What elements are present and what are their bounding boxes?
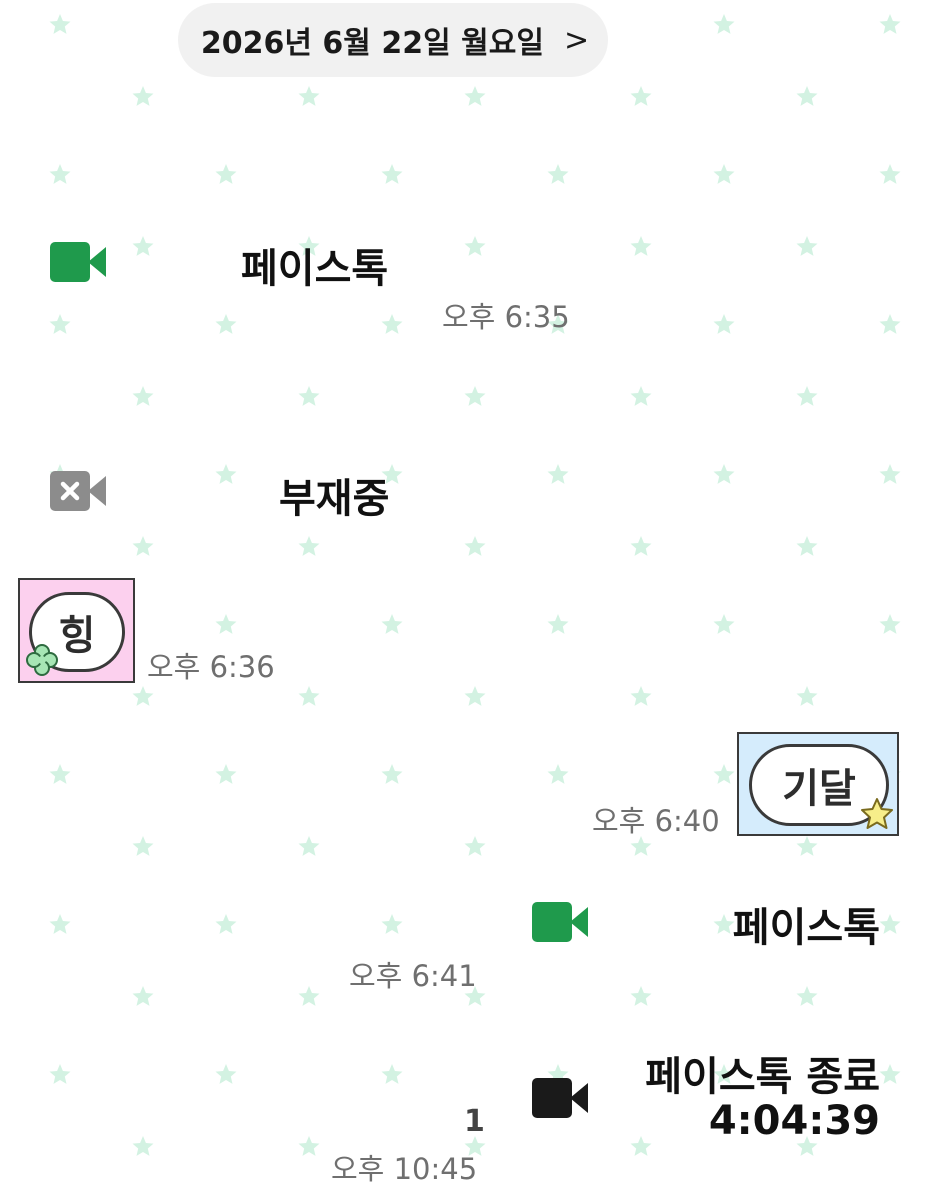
- background-star-6: [132, 86, 154, 106]
- video-camera-icon: [532, 1078, 588, 1118]
- background-star-73: [298, 986, 320, 1006]
- background-star-41: [464, 536, 486, 556]
- background-star-11: [49, 164, 71, 184]
- background-star-66: [49, 914, 71, 934]
- background-star-42: [630, 536, 652, 556]
- message-time: 오후 6:40: [592, 804, 720, 838]
- call-label: 페이스톡 종료: [645, 1054, 880, 1100]
- background-star-56: [215, 764, 237, 784]
- background-star-10: [796, 86, 818, 106]
- background-star-12: [215, 164, 237, 184]
- background-star-78: [215, 1064, 237, 1084]
- background-star-26: [713, 314, 735, 334]
- message-time: 오후 6:35: [442, 300, 570, 334]
- chevron-right-icon: >: [563, 22, 590, 58]
- message-sticker[interactable]: 힝 오후 6:36: [18, 578, 318, 684]
- background-star-65: [796, 836, 818, 856]
- background-star-55: [49, 764, 71, 784]
- video-camera-icon: [532, 902, 588, 942]
- message-missed-call[interactable]: 부재중: [0, 460, 600, 522]
- background-star-28: [132, 386, 154, 406]
- sticker-text: 기달: [782, 766, 856, 812]
- message-facetalk-call[interactable]: 페이스톡 오후 6:35: [0, 230, 600, 334]
- background-star-27: [879, 314, 901, 334]
- call-label: 페이스톡: [241, 246, 389, 292]
- background-star-0: [49, 14, 71, 34]
- background-star-77: [49, 1064, 71, 1084]
- background-star-40: [298, 536, 320, 556]
- video-camera-icon: [50, 242, 106, 282]
- background-star-62: [298, 836, 320, 856]
- message-facetalk-ended[interactable]: 페이스톡 종료 4:04:39 1 오후 10:45: [300, 1040, 890, 1190]
- background-star-31: [630, 386, 652, 406]
- sticker-image[interactable]: 힝: [18, 578, 135, 683]
- background-star-15: [713, 164, 735, 184]
- message-facetalk-call[interactable]: 페이스톡 오후 6:41: [330, 895, 890, 995]
- message-time: 오후 10:45: [331, 1152, 478, 1186]
- background-star-29: [298, 386, 320, 406]
- background-star-16: [879, 164, 901, 184]
- background-star-46: [381, 614, 403, 634]
- background-star-20: [630, 236, 652, 256]
- background-star-67: [215, 914, 237, 934]
- background-star-47: [547, 614, 569, 634]
- background-star-8: [464, 86, 486, 106]
- background-star-72: [132, 986, 154, 1006]
- sticker-image[interactable]: 기달: [737, 732, 899, 836]
- background-star-51: [298, 686, 320, 706]
- star-icon: [861, 798, 893, 829]
- background-star-5: [879, 14, 901, 34]
- background-star-4: [713, 14, 735, 34]
- call-duration: 4:04:39: [708, 1098, 880, 1144]
- date-header-text: 2026년 6월 22일 월요일: [200, 26, 544, 61]
- background-star-61: [132, 836, 154, 856]
- unread-count: 1: [464, 1104, 485, 1139]
- background-star-32: [796, 386, 818, 406]
- message-time: 오후 6:41: [349, 959, 477, 993]
- call-label: 부재중: [279, 476, 390, 522]
- background-star-58: [547, 764, 569, 784]
- background-star-57: [381, 764, 403, 784]
- background-star-50: [132, 686, 154, 706]
- background-star-21: [796, 236, 818, 256]
- background-star-53: [630, 686, 652, 706]
- background-star-49: [879, 614, 901, 634]
- clover-icon: [26, 644, 58, 676]
- background-star-7: [298, 86, 320, 106]
- date-header-button[interactable]: 2026년 6월 22일 월요일 >: [178, 3, 608, 77]
- background-star-43: [796, 536, 818, 556]
- background-star-48: [713, 614, 735, 634]
- missed-video-call-icon: [50, 471, 106, 511]
- background-star-37: [713, 464, 735, 484]
- background-star-39: [132, 536, 154, 556]
- background-star-83: [132, 1136, 154, 1156]
- background-star-14: [547, 164, 569, 184]
- background-star-30: [464, 386, 486, 406]
- message-time: 오후 6:36: [147, 650, 275, 684]
- sticker-text: 힝: [58, 613, 96, 659]
- background-star-13: [381, 164, 403, 184]
- message-sticker[interactable]: 오후 6:40 기달: [580, 732, 900, 838]
- background-star-54: [796, 686, 818, 706]
- background-star-52: [464, 686, 486, 706]
- background-star-63: [464, 836, 486, 856]
- background-star-9: [630, 86, 652, 106]
- call-label: 페이스톡: [732, 905, 880, 951]
- background-star-38: [879, 464, 901, 484]
